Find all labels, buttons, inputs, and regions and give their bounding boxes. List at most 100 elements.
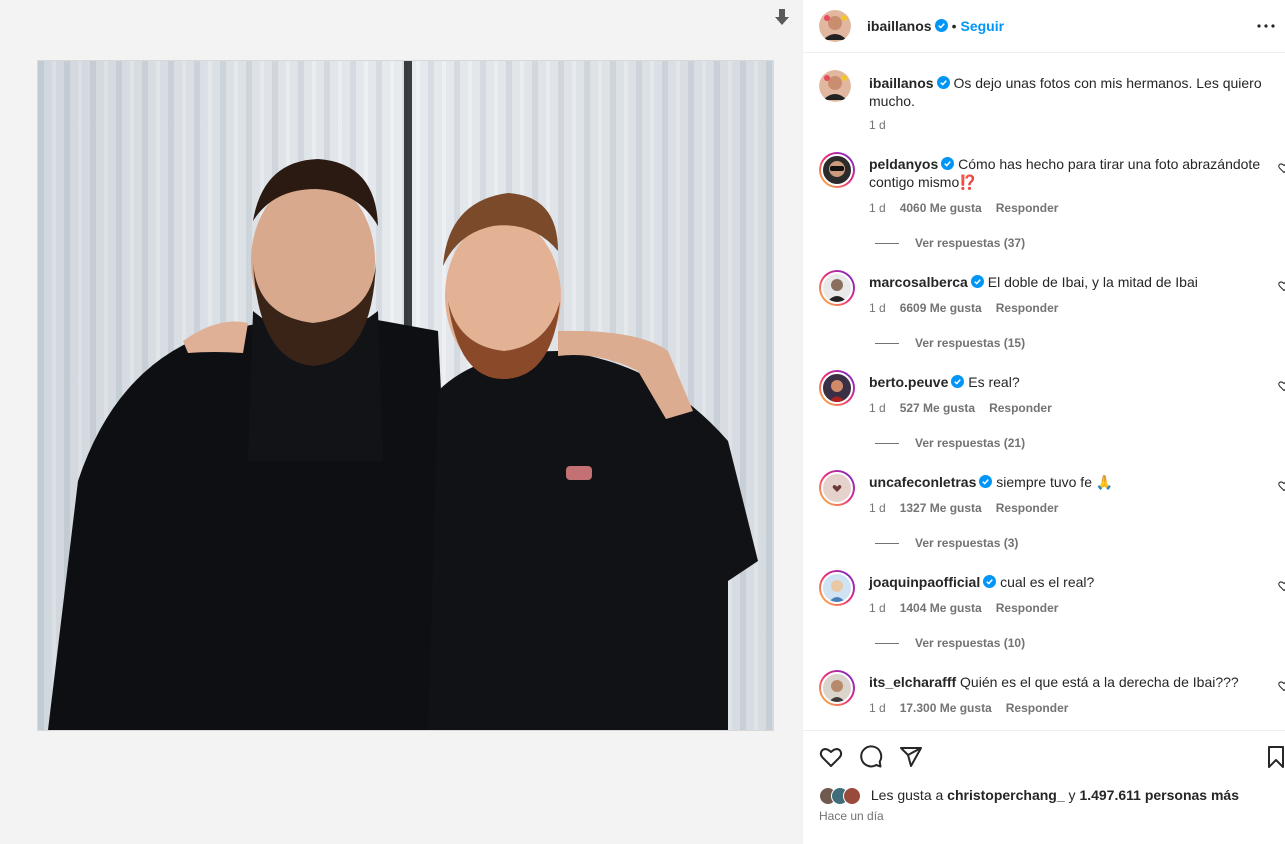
comment-text: El doble de Ibai, y la mitad de Ibai	[987, 274, 1198, 290]
comment-text-block: uncafeconletras siempre tuvo fe 🙏	[869, 473, 1269, 491]
verified-badge-icon	[983, 575, 997, 588]
comment-username[interactable]: berto.peuve	[869, 374, 948, 390]
verified-badge-icon	[951, 375, 965, 388]
comment-meta: 1 d 1404 Me gusta Responder	[869, 601, 1072, 615]
caption-avatar[interactable]	[819, 70, 851, 102]
reply-button[interactable]: Responder	[996, 501, 1059, 515]
comment-text-block: joaquinpaofficial cual es el real?	[869, 573, 1269, 591]
comment-time: 1 d	[869, 601, 886, 615]
comment-text: cual es el real?	[1000, 574, 1095, 590]
comment-likes[interactable]: 4060 Me gusta	[900, 201, 982, 215]
comment-text-block: marcosalberca El doble de Ibai, y la mit…	[869, 273, 1269, 291]
replies-divider	[875, 443, 899, 445]
like-comment-icon[interactable]	[1278, 480, 1285, 492]
view-replies-label: Ver respuestas (3)	[915, 536, 1019, 550]
more-options-icon[interactable]	[1254, 14, 1278, 38]
comment-time: 1 d	[869, 301, 886, 315]
comment-avatar[interactable]	[819, 270, 855, 306]
replies-divider	[875, 543, 899, 545]
comment-username[interactable]: joaquinpaofficial	[869, 574, 980, 590]
author-username[interactable]: ibaillanos	[867, 18, 932, 34]
comment-meta: 1 d 4060 Me gusta Responder	[869, 201, 1072, 215]
save-bookmark-icon[interactable]	[1264, 745, 1285, 769]
comment-avatar[interactable]	[819, 470, 855, 506]
reply-button[interactable]: Responder	[996, 201, 1059, 215]
view-replies-button[interactable]: Ver respuestas (37)	[875, 236, 1025, 250]
comment-username[interactable]: its_elcharafff	[869, 674, 956, 690]
comment-time: 1 d	[869, 401, 886, 415]
verified-badge-icon	[979, 475, 993, 488]
comment-meta: 1 d 17.300 Me gusta Responder	[869, 701, 1082, 715]
post-side-panel: ibaillanos • Seguir ibaillanos Os dejo una…	[802, 0, 1285, 844]
post-photo[interactable]	[38, 61, 773, 730]
comment-likes[interactable]: 6609 Me gusta	[900, 301, 982, 315]
likes-count[interactable]: 1.497.611 personas más	[1079, 787, 1239, 803]
comment-text-block: peldanyos Cómo has hecho para tirar una …	[869, 155, 1269, 191]
author-avatar[interactable]	[819, 10, 851, 42]
like-comment-icon[interactable]	[1278, 680, 1285, 692]
comment-text-block: berto.peuve Es real?	[869, 373, 1269, 391]
post-time-ago: Hace un día	[819, 809, 884, 823]
like-comment-icon[interactable]	[1278, 580, 1285, 592]
comment-likes[interactable]: 17.300 Me gusta	[900, 701, 992, 715]
comment-time: 1 d	[869, 201, 886, 215]
verified-badge-icon	[934, 19, 948, 32]
caption-text-block: ibaillanos Os dejo unas fotos con mis he…	[869, 74, 1269, 134]
like-heart-icon[interactable]	[819, 745, 843, 769]
comment-likes[interactable]: 527 Me gusta	[900, 401, 975, 415]
comment-text: Es real?	[968, 374, 1020, 390]
photo-illustration	[38, 61, 773, 730]
reply-button[interactable]: Responder	[1006, 701, 1069, 715]
replies-divider	[875, 343, 899, 345]
like-comment-icon[interactable]	[1278, 380, 1285, 392]
view-replies-button[interactable]: Ver respuestas (3)	[875, 536, 1018, 550]
reply-button[interactable]: Responder	[996, 601, 1059, 615]
caption-username[interactable]: ibaillanos	[869, 75, 934, 91]
reply-button[interactable]: Responder	[989, 401, 1052, 415]
replies-divider	[875, 243, 899, 245]
comment-time: 1 d	[869, 501, 886, 515]
like-comment-icon[interactable]	[1278, 280, 1285, 292]
comment-time: 1 d	[869, 701, 886, 715]
likes-summary: Les gusta a christoperchang_ y 1.497.611…	[819, 787, 1239, 806]
comment-likes[interactable]: 1327 Me gusta	[900, 501, 982, 515]
liker-avatar	[843, 787, 861, 806]
view-replies-label: Ver respuestas (10)	[915, 636, 1026, 650]
comment-text: Quién es el que está a la derecha de Iba…	[960, 674, 1239, 690]
follow-button[interactable]: Seguir	[960, 18, 1004, 34]
comment-item: its_elcharafff Quién es el que está a la…	[819, 670, 1285, 725]
likes-user[interactable]: christoperchang_	[947, 787, 1064, 803]
comment-text-block: its_elcharafff Quién es el que está a la…	[869, 673, 1269, 691]
comment-meta: 1 d 527 Me gusta Responder	[869, 401, 1066, 415]
comment-avatar[interactable]	[819, 670, 855, 706]
comment-item: peldanyos Cómo has hecho para tirar una …	[819, 152, 1285, 250]
caption-time: 1 d	[869, 118, 886, 132]
like-comment-icon[interactable]	[1278, 162, 1285, 174]
comment-item: uncafeconletras siempre tuvo fe 🙏 1 d 132…	[819, 470, 1285, 565]
view-replies-label: Ver respuestas (15)	[915, 336, 1026, 350]
verified-badge-icon	[970, 275, 984, 288]
download-icon[interactable]	[771, 6, 793, 28]
likes-prefix: Les gusta a	[870, 787, 944, 803]
verified-badge-icon	[941, 157, 955, 170]
comment-item: marcosalberca El doble de Ibai, y la mit…	[819, 270, 1285, 365]
comment-likes[interactable]: 1404 Me gusta	[900, 601, 982, 615]
comment-username[interactable]: marcosalberca	[869, 274, 968, 290]
comment-username[interactable]: uncafeconletras	[869, 474, 976, 490]
view-replies-button[interactable]: Ver respuestas (15)	[875, 336, 1025, 350]
comment-avatar[interactable]	[819, 570, 855, 606]
post-header: ibaillanos • Seguir	[803, 0, 1285, 53]
view-replies-label: Ver respuestas (21)	[915, 436, 1026, 450]
header-separator: •	[951, 18, 957, 34]
view-replies-label: Ver respuestas (37)	[915, 236, 1026, 250]
comment-avatar[interactable]	[819, 152, 855, 188]
share-send-icon[interactable]	[899, 745, 923, 769]
comment-bubble-icon[interactable]	[859, 745, 883, 769]
view-replies-button[interactable]: Ver respuestas (21)	[875, 436, 1025, 450]
reply-button[interactable]: Responder	[996, 301, 1059, 315]
photo-pane	[0, 0, 802, 844]
comment-username[interactable]: peldanyos	[869, 156, 938, 172]
view-replies-button[interactable]: Ver respuestas (10)	[875, 636, 1025, 650]
likes-joiner: y	[1068, 787, 1076, 803]
comment-avatar[interactable]	[819, 370, 855, 406]
